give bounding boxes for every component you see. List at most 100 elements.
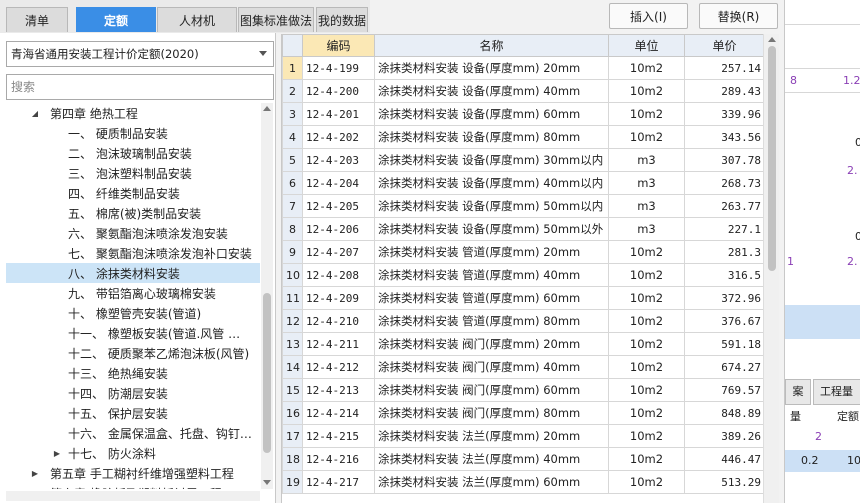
tree-section[interactable]: 四、 纤维类制品安装 xyxy=(6,183,260,203)
row-number[interactable]: 11 xyxy=(282,286,303,310)
header-unit[interactable]: 单位 xyxy=(608,34,685,57)
price-cell[interactable]: 307.78 xyxy=(684,148,763,172)
unit-cell[interactable]: 10m2 xyxy=(608,79,685,103)
header-price[interactable]: 单价 xyxy=(684,34,763,57)
unit-cell[interactable]: 10m2 xyxy=(608,355,685,379)
unit-cell[interactable]: m3 xyxy=(608,148,685,172)
expand-arrow-icon[interactable]: ▶ xyxy=(30,489,40,490)
tree-section[interactable]: 十三、 绝热绳安装 xyxy=(6,363,260,383)
table-row[interactable]: 10 12-4-208 涂抹类材料安装 管道(厚度mm) 40mm 10m2 316.5 xyxy=(282,263,763,287)
unit-cell[interactable]: m3 xyxy=(608,217,685,241)
name-cell[interactable]: 涂抹类材料安装 法兰(厚度mm) 60mm xyxy=(374,470,609,494)
tree-section[interactable]: 五、 棉席(被)类制品安装 xyxy=(6,203,260,223)
row-number[interactable]: 15 xyxy=(282,378,303,402)
tree-section[interactable]: 十一、 橡塑板安装(管道.风管 … xyxy=(6,323,260,343)
bg-tab[interactable]: 案 xyxy=(785,379,811,405)
table-row[interactable]: 1 12-4-199 涂抹类材料安装 设备(厚度mm) 20mm 10m2 257.14 xyxy=(282,56,763,80)
collapse-arrow-icon[interactable]: ◢ xyxy=(30,109,40,118)
price-cell[interactable]: 591.18 xyxy=(684,332,763,356)
name-cell[interactable]: 涂抹类材料安装 管道(厚度mm) 80mm xyxy=(374,309,609,333)
price-cell[interactable]: 343.56 xyxy=(684,125,763,149)
grid-scroll-thumb[interactable] xyxy=(768,46,776,271)
price-cell[interactable]: 263.77 xyxy=(684,194,763,218)
table-row[interactable]: 13 12-4-211 涂抹类材料安装 阀门(厚度mm) 20mm 10m2 591.1… xyxy=(282,332,763,356)
tree-section[interactable]: 一、 硬质制品安装 xyxy=(6,123,260,143)
code-cell[interactable]: 12-4-217 xyxy=(302,470,375,494)
row-number[interactable]: 2 xyxy=(282,79,303,103)
code-cell[interactable]: 12-4-212 xyxy=(302,355,375,379)
tab-my-data[interactable]: 我的数据 xyxy=(316,7,368,32)
code-cell[interactable]: 12-4-213 xyxy=(302,378,375,402)
row-number[interactable]: 14 xyxy=(282,355,303,379)
name-cell[interactable]: 涂抹类材料安装 管道(厚度mm) 60mm xyxy=(374,286,609,310)
name-cell[interactable]: 涂抹类材料安装 阀门(厚度mm) 80mm xyxy=(374,401,609,425)
code-cell[interactable]: 12-4-206 xyxy=(302,217,375,241)
table-row[interactable]: 3 12-4-201 涂抹类材料安装 设备(厚度mm) 60mm 10m2 339.96 xyxy=(282,102,763,126)
code-cell[interactable]: 12-4-215 xyxy=(302,424,375,448)
price-cell[interactable]: 376.67 xyxy=(684,309,763,333)
price-cell[interactable]: 281.3 xyxy=(684,240,763,264)
price-cell[interactable]: 227.1 xyxy=(684,217,763,241)
table-row[interactable]: 14 12-4-212 涂抹类材料安装 阀门(厚度mm) 40mm 10m2 674.2… xyxy=(282,355,763,379)
row-number[interactable]: 6 xyxy=(282,171,303,195)
row-number[interactable]: 7 xyxy=(282,194,303,218)
price-cell[interactable]: 446.47 xyxy=(684,447,763,471)
price-cell[interactable]: 674.27 xyxy=(684,355,763,379)
table-row[interactable]: 12 12-4-210 涂抹类材料安装 管道(厚度mm) 80mm 10m2 376.6… xyxy=(282,309,763,333)
price-cell[interactable]: 316.5 xyxy=(684,263,763,287)
name-cell[interactable]: 涂抹类材料安装 法兰(厚度mm) 40mm xyxy=(374,447,609,471)
unit-cell[interactable]: 10m2 xyxy=(608,378,685,402)
row-number[interactable]: 18 xyxy=(282,447,303,471)
price-cell[interactable]: 339.96 xyxy=(684,102,763,126)
tab-labor-material-machine[interactable]: 人材机 xyxy=(157,7,237,32)
unit-cell[interactable]: 10m2 xyxy=(608,447,685,471)
unit-cell[interactable]: 10m2 xyxy=(608,263,685,287)
tree-section[interactable]: 十、 橡塑管壳安装(管道) xyxy=(6,303,260,323)
tree-section[interactable]: ▶ 十七、 防火涂料 xyxy=(6,443,260,463)
code-cell[interactable]: 12-4-204 xyxy=(302,171,375,195)
unit-cell[interactable]: 10m2 xyxy=(608,309,685,333)
code-cell[interactable]: 12-4-214 xyxy=(302,401,375,425)
grid-vertical-scrollbar[interactable] xyxy=(763,34,779,503)
scroll-down-icon[interactable] xyxy=(263,480,271,485)
name-cell[interactable]: 涂抹类材料安装 管道(厚度mm) 40mm xyxy=(374,263,609,287)
header-name[interactable]: 名称 xyxy=(374,34,609,57)
row-number[interactable]: 10 xyxy=(282,263,303,287)
unit-cell[interactable]: m3 xyxy=(608,171,685,195)
price-cell[interactable]: 289.43 xyxy=(684,79,763,103)
code-cell[interactable]: 12-4-202 xyxy=(302,125,375,149)
tab-quota[interactable]: 定额 xyxy=(76,7,156,32)
code-cell[interactable]: 12-4-203 xyxy=(302,148,375,172)
code-cell[interactable]: 12-4-201 xyxy=(302,102,375,126)
insert-button[interactable]: 插入(I) xyxy=(609,3,688,29)
row-number[interactable]: 9 xyxy=(282,240,303,264)
tree-section[interactable]: 十二、 硬质聚苯乙烯泡沫板(风管) xyxy=(6,343,260,363)
tab-bill[interactable]: 清单 xyxy=(6,7,68,32)
code-cell[interactable]: 12-4-199 xyxy=(302,56,375,80)
tree-chapter[interactable]: ◢ 第四章 绝热工程 xyxy=(6,103,260,123)
name-cell[interactable]: 涂抹类材料安装 设备(厚度mm) 40mm以内 xyxy=(374,171,609,195)
code-cell[interactable]: 12-4-200 xyxy=(302,79,375,103)
name-cell[interactable]: 涂抹类材料安装 管道(厚度mm) 20mm xyxy=(374,240,609,264)
scroll-up-icon[interactable] xyxy=(768,37,776,42)
unit-cell[interactable]: 10m2 xyxy=(608,332,685,356)
price-cell[interactable]: 389.26 xyxy=(684,424,763,448)
tree-section[interactable]: 二、 泡沫玻璃制品安装 xyxy=(6,143,260,163)
unit-cell[interactable]: 10m2 xyxy=(608,240,685,264)
row-number[interactable]: 3 xyxy=(282,102,303,126)
name-cell[interactable]: 涂抹类材料安装 阀门(厚度mm) 20mm xyxy=(374,332,609,356)
table-row[interactable]: 11 12-4-209 涂抹类材料安装 管道(厚度mm) 60mm 10m2 372.9… xyxy=(282,286,763,310)
search-input[interactable] xyxy=(6,74,274,100)
tree-section[interactable]: 八、 涂抹类材料安装 xyxy=(6,263,260,283)
price-cell[interactable]: 769.57 xyxy=(684,378,763,402)
unit-cell[interactable]: 10m2 xyxy=(608,286,685,310)
tree-horizontal-scrollbar[interactable] xyxy=(6,491,260,501)
table-row[interactable]: 9 12-4-207 涂抹类材料安装 管道(厚度mm) 20mm 10m2 281.3 xyxy=(282,240,763,264)
price-cell[interactable]: 848.89 xyxy=(684,401,763,425)
row-number[interactable]: 4 xyxy=(282,125,303,149)
tree-section[interactable]: 十五、 保护层安装 xyxy=(6,403,260,423)
name-cell[interactable]: 涂抹类材料安装 设备(厚度mm) 40mm xyxy=(374,79,609,103)
expand-arrow-icon[interactable]: ▶ xyxy=(30,469,40,478)
unit-cell[interactable]: 10m2 xyxy=(608,424,685,448)
row-number[interactable]: 5 xyxy=(282,148,303,172)
